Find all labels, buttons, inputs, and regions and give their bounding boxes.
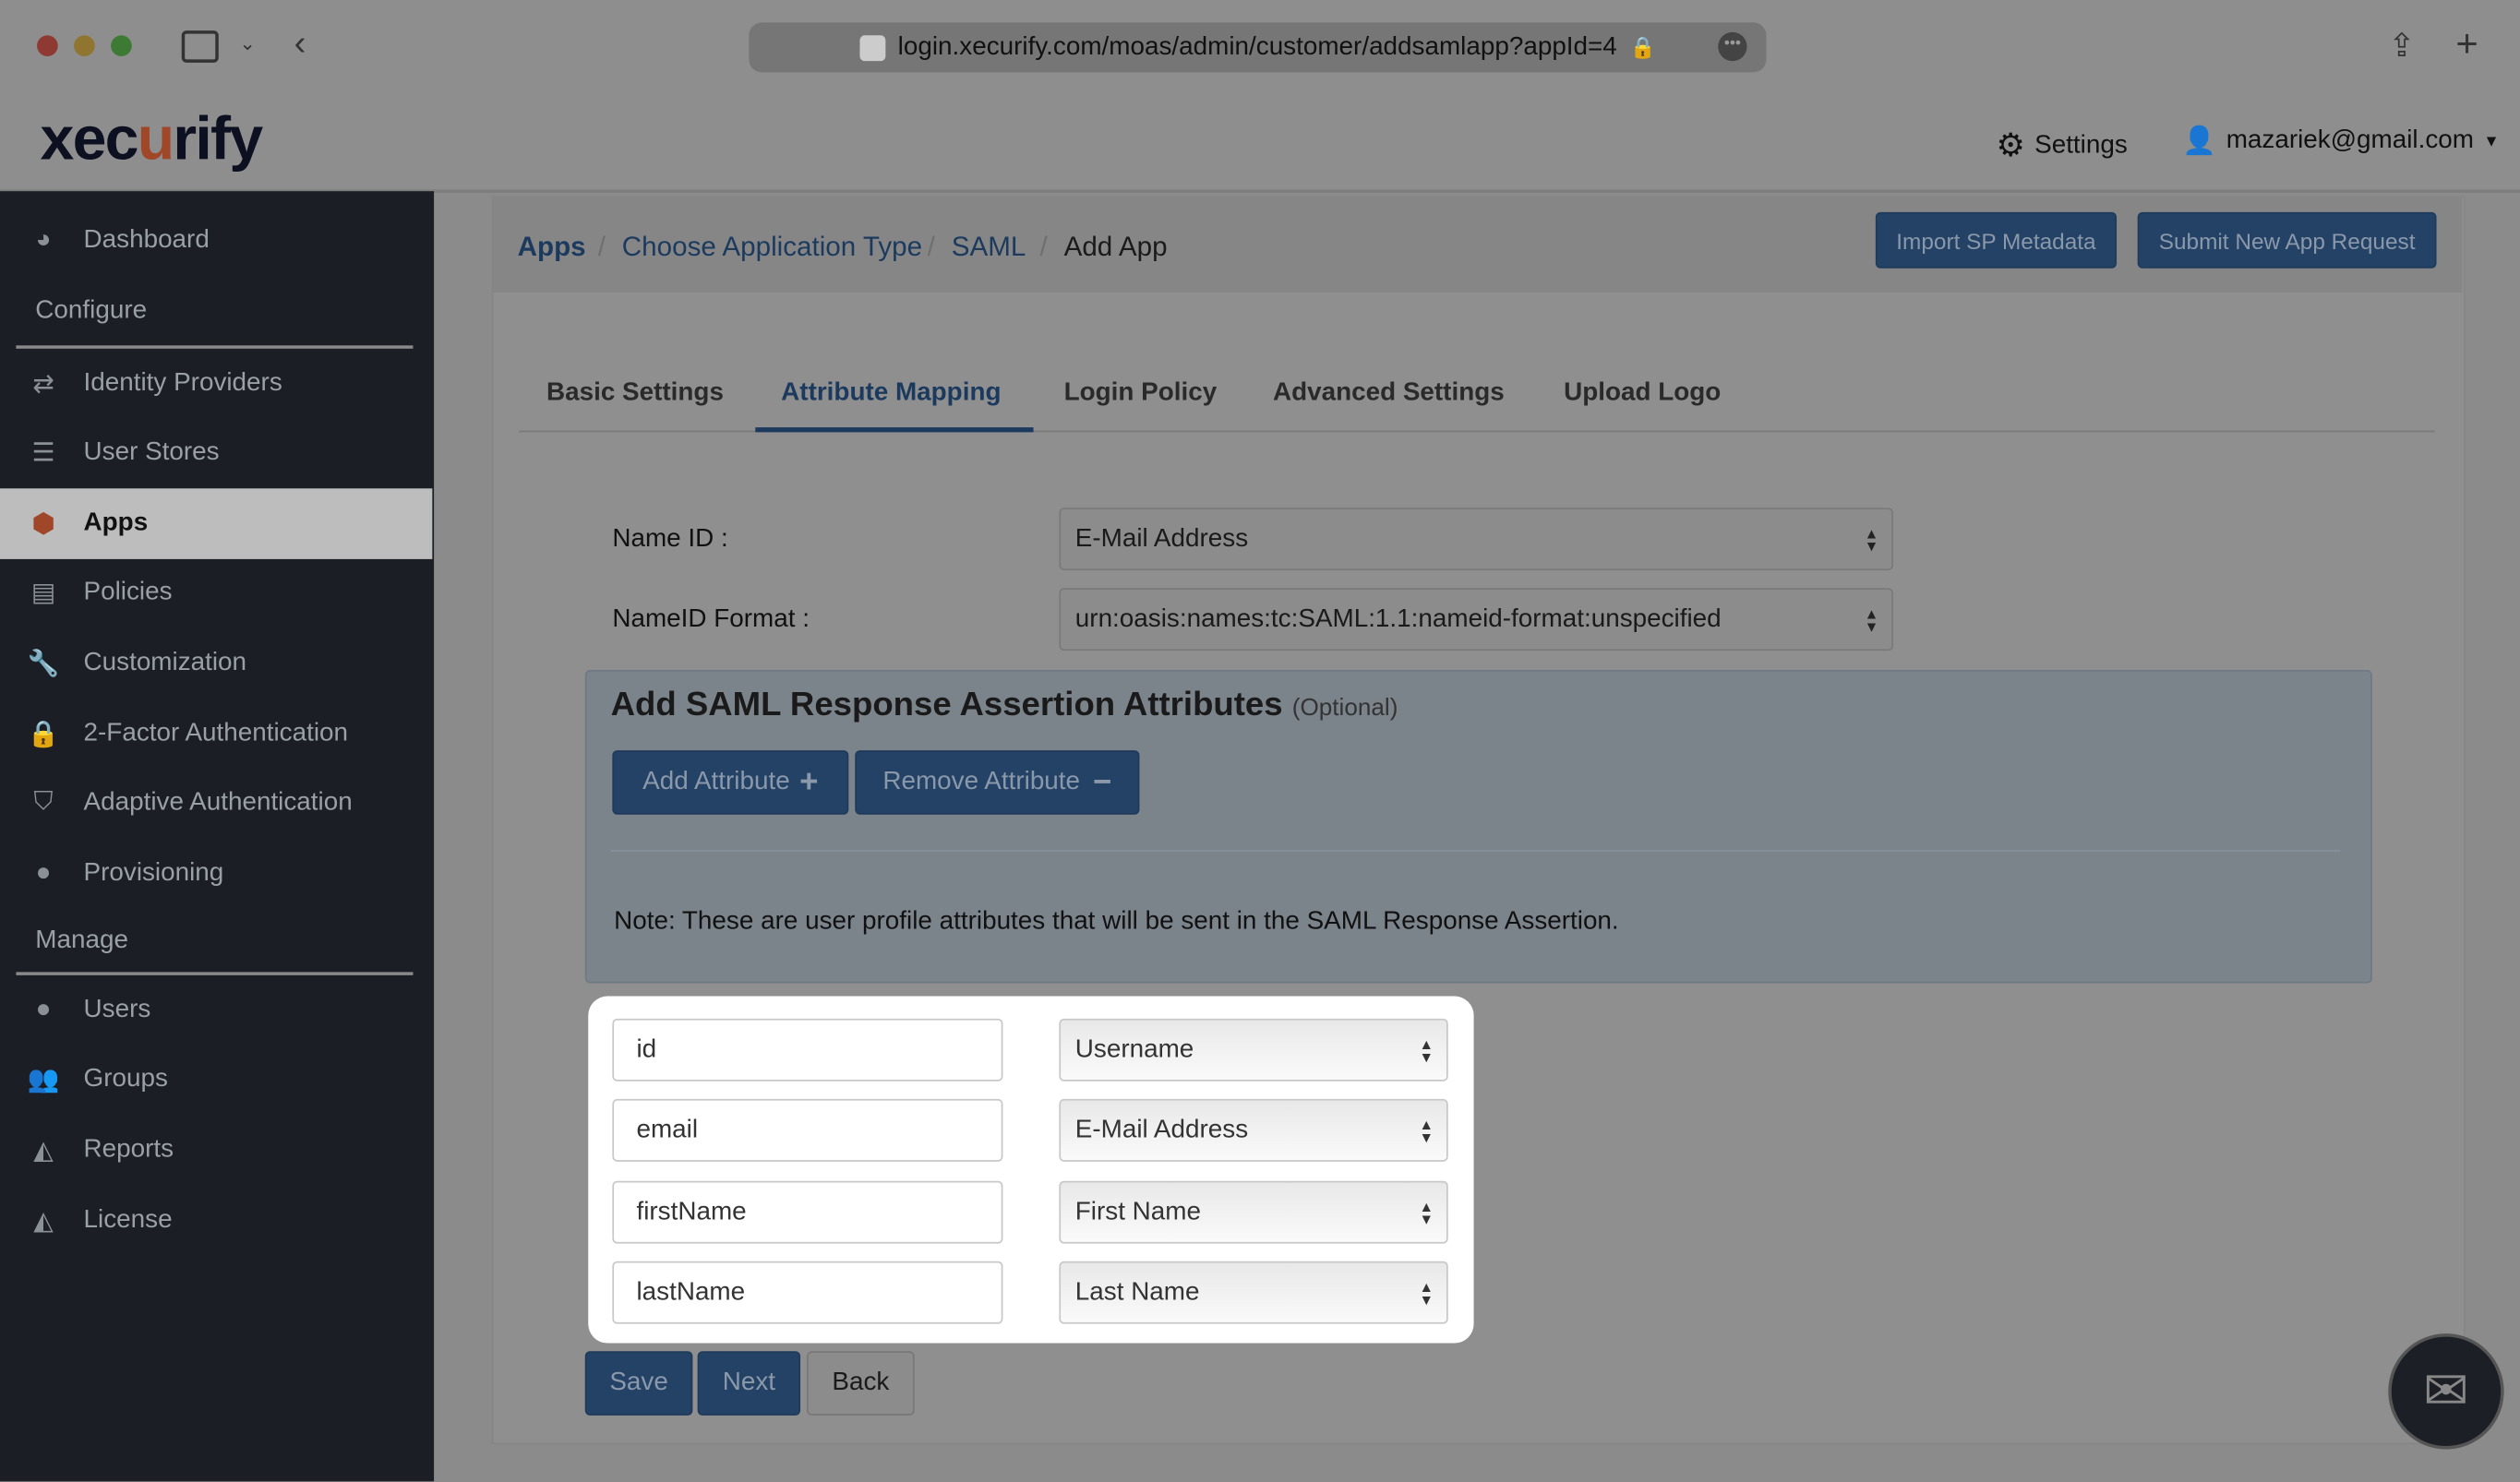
- site-favicon-icon: [858, 34, 885, 61]
- import-sp-metadata-button[interactable]: Import SP Metadata: [1875, 211, 2118, 269]
- close-window-button[interactable]: [37, 35, 58, 56]
- breadcrumb-separator: /: [597, 231, 606, 262]
- sidebar-item-users[interactable]: ● Users: [0, 975, 432, 1046]
- sidebar-item-adaptive-auth[interactable]: ⛉ Adaptive Authentication: [0, 768, 432, 839]
- tab-basic-settings[interactable]: Basic Settings: [546, 379, 724, 408]
- section-manage: Manage: [35, 926, 128, 955]
- chevron-down-icon[interactable]: ⌄: [239, 32, 256, 54]
- sidebar-item-reports[interactable]: ◭ Reports: [0, 1115, 432, 1186]
- breadcrumb-separator: /: [1039, 231, 1048, 262]
- user-menu[interactable]: 👤 mazariek@gmail.com ▼: [2182, 125, 2499, 158]
- submit-app-request-button[interactable]: Submit New App Request: [2137, 211, 2437, 269]
- section-configure: Configure: [35, 297, 148, 325]
- maximize-window-button[interactable]: [111, 35, 132, 56]
- exchange-icon: ⇄: [32, 371, 54, 399]
- envelope-icon: ✉: [2423, 1360, 2469, 1422]
- users-icon: 👥: [27, 1067, 60, 1094]
- attribute-name-input[interactable]: id: [612, 1018, 1003, 1082]
- select-arrows-icon: ▲ ▼: [1419, 1197, 1434, 1227]
- wrench-icon: 🔧: [27, 651, 60, 678]
- sidebar-item-apps[interactable]: ⬢ Apps: [0, 488, 433, 559]
- back-button[interactable]: Back: [807, 1351, 915, 1416]
- area-chart-icon: ◭: [33, 1137, 54, 1165]
- select-arrows-icon: ▲ ▼: [1419, 1035, 1434, 1065]
- attributes-title: Add SAML Response Assertion Attributes (…: [610, 686, 1398, 723]
- sidebar: ◕ Dashboard Configure ⇄ Identity Providers…: [0, 191, 435, 1482]
- attribute-value-select[interactable]: Username ▲ ▼: [1059, 1018, 1448, 1082]
- gear-icon: ⚙: [1996, 128, 2025, 164]
- sidebar-item-provisioning[interactable]: ● Provisioning: [0, 839, 432, 910]
- attribute-name-input[interactable]: lastName: [612, 1261, 1003, 1324]
- sidebar-item-dashboard[interactable]: ◕ Dashboard: [0, 206, 432, 277]
- next-button[interactable]: Next: [697, 1351, 801, 1416]
- add-attribute-button[interactable]: Add Attribute +: [612, 750, 849, 815]
- url-text: login.xecurify.com/moas/admin/customer/a…: [897, 32, 1617, 61]
- attribute-name-input[interactable]: firstName: [612, 1180, 1003, 1244]
- select-arrows-icon: ▲ ▼: [1864, 524, 1879, 554]
- nameid-select[interactable]: E-Mail Address ▲ ▼: [1059, 508, 1894, 571]
- cube-icon: ⬢: [31, 510, 55, 539]
- minus-icon: −: [1092, 763, 1112, 800]
- active-tab-indicator: [755, 427, 1034, 433]
- app-header: [0, 92, 2520, 193]
- xecurify-logo[interactable]: xecurify: [41, 106, 264, 175]
- breadcrumb-current: Add App: [1063, 231, 1168, 262]
- url-bar[interactable]: login.xecurify.com/moas/admin/customer/a…: [749, 22, 1767, 73]
- breadcrumb-choose-type[interactable]: Choose Application Type: [622, 232, 922, 264]
- attribute-value-select[interactable]: Last Name ▲ ▼: [1059, 1261, 1448, 1324]
- database-icon: ☰: [31, 440, 55, 468]
- nameid-format-label: NameID Format :: [612, 605, 810, 633]
- breadcrumb-separator: /: [927, 231, 935, 262]
- sidebar-item-identity-providers[interactable]: ⇄ Identity Providers: [0, 349, 432, 420]
- dashboard-icon: ◕: [35, 226, 52, 255]
- attributes-note: Note: These are user profile attributes …: [614, 907, 1619, 936]
- document-icon: ▤: [30, 580, 56, 608]
- select-arrows-icon: ▲ ▼: [1419, 1278, 1434, 1308]
- user-icon: ●: [35, 859, 52, 888]
- lock-icon: 🔒: [27, 721, 60, 749]
- plus-icon: +: [799, 763, 819, 800]
- shield-icon: ⛉: [33, 788, 54, 817]
- nameid-label: Name ID :: [612, 525, 728, 553]
- tab-attribute-mapping[interactable]: Attribute Mapping: [781, 379, 1001, 408]
- minimize-window-button[interactable]: [74, 35, 95, 56]
- tab-login-policy[interactable]: Login Policy: [1064, 379, 1218, 408]
- area-chart-icon: ◭: [33, 1208, 54, 1236]
- user-icon: ●: [35, 996, 52, 1024]
- select-arrows-icon: ▲ ▼: [1864, 604, 1879, 634]
- share-icon[interactable]: ⇪: [2388, 26, 2415, 66]
- tab-advanced-settings[interactable]: Advanced Settings: [1273, 379, 1505, 408]
- more-icon[interactable]: •••: [1718, 31, 1747, 62]
- sidebar-item-policies[interactable]: ▤ Policies: [0, 557, 432, 628]
- remove-attribute-button[interactable]: Remove Attribute −: [855, 750, 1140, 815]
- save-button[interactable]: Save: [584, 1351, 693, 1416]
- user-icon: 👤: [2182, 125, 2217, 156]
- breadcrumb-saml[interactable]: SAML: [952, 232, 1026, 264]
- sidebar-item-groups[interactable]: 👥 Groups: [0, 1045, 432, 1116]
- attribute-value-select[interactable]: E-Mail Address ▲ ▼: [1059, 1098, 1448, 1162]
- breadcrumb-apps[interactable]: Apps: [518, 232, 586, 264]
- select-arrows-icon: ▲ ▼: [1419, 1116, 1434, 1145]
- sidebar-item-license[interactable]: ◭ License: [0, 1186, 432, 1257]
- nameid-format-select[interactable]: urn:oasis:names:tc:SAML:1.1:nameid-forma…: [1059, 588, 1894, 651]
- sidebar-toggle-icon[interactable]: [181, 30, 219, 63]
- lock-icon: 🔒: [1629, 34, 1656, 59]
- sidebar-item-user-stores[interactable]: ☰ User Stores: [0, 418, 432, 489]
- divider: [610, 850, 2341, 852]
- attribute-name-input[interactable]: email: [612, 1098, 1003, 1162]
- attribute-value-select[interactable]: First Name ▲ ▼: [1059, 1180, 1448, 1244]
- sidebar-item-2fa[interactable]: 🔒 2-Factor Authentication: [0, 699, 432, 770]
- tab-upload-logo[interactable]: Upload Logo: [1564, 379, 1721, 408]
- back-icon[interactable]: ‹: [294, 22, 306, 64]
- contact-mail-button[interactable]: ✉: [2388, 1333, 2504, 1450]
- settings-link[interactable]: ⚙ Settings: [1996, 125, 2127, 166]
- sidebar-item-customization[interactable]: 🔧 Customization: [0, 628, 432, 699]
- new-tab-icon[interactable]: +: [2455, 22, 2478, 67]
- caret-down-icon: ▼: [2483, 132, 2500, 150]
